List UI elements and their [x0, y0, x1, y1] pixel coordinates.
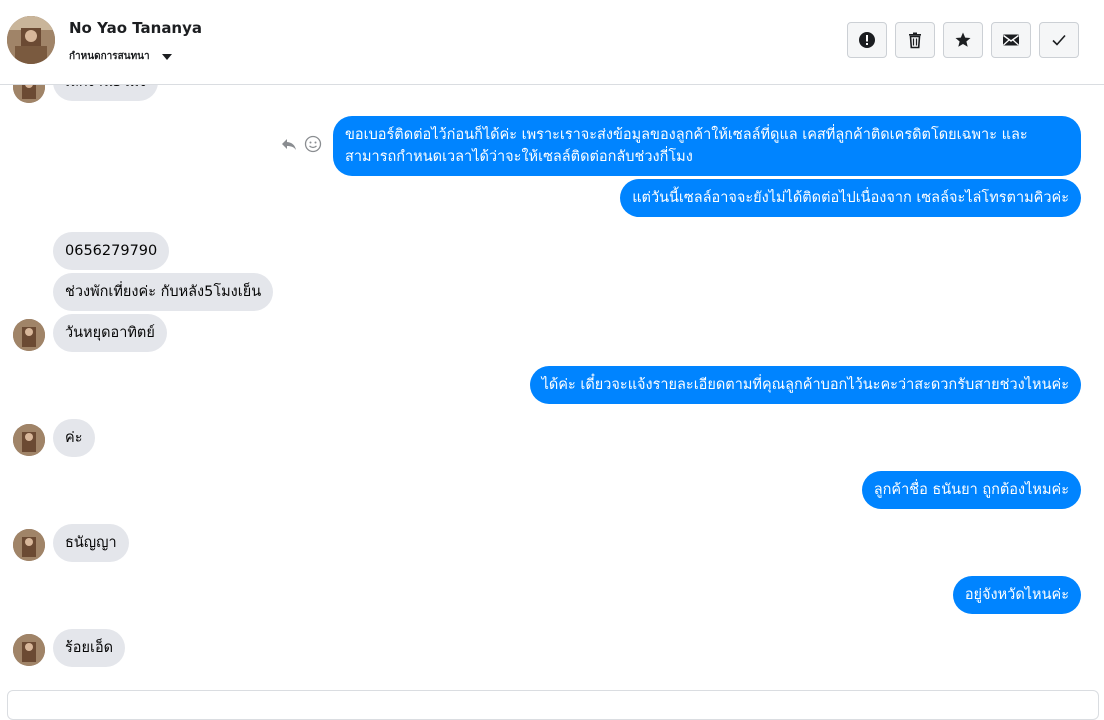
outgoing-message[interactable]: อยู่จังหวัดไหนค่ะ — [952, 576, 1081, 614]
contact-name[interactable]: No Yao Tananya — [69, 19, 202, 37]
contact-avatar-small — [13, 529, 45, 561]
contact-avatar-small — [13, 85, 45, 103]
mail-icon — [1003, 34, 1019, 46]
conversation-label-dropdown[interactable]: กำหนดการสนทนา — [69, 49, 172, 64]
mark-spam-button[interactable] — [847, 22, 887, 58]
check-icon — [1052, 34, 1066, 46]
outgoing-message[interactable]: แต่วันนี้เซลล์อาจจะยังไม่ได้ติดต่อไปเนื่… — [620, 179, 1081, 217]
outgoing-message[interactable]: ขอเบอร์ติดต่อไว้ก่อนก็ได้ค่ะ เพราะเราจะส… — [333, 116, 1081, 176]
emoji-icon[interactable] — [304, 135, 322, 153]
caret-down-icon — [161, 53, 172, 60]
outgoing-message[interactable]: ลูกค้าชื่อ ธนันยา ถูกต้องไหมค่ะ — [861, 471, 1081, 509]
incoming-message[interactable]: ธนัญญา — [53, 524, 129, 562]
contact-avatar[interactable] — [7, 16, 55, 64]
conversation-header: No Yao Tananya กำหนดการสนทนา — [0, 0, 1104, 85]
contact-avatar-small — [13, 634, 45, 666]
conversation-label-text: กำหนดการสนทนา — [69, 51, 150, 62]
alert-icon — [859, 32, 875, 48]
delete-button[interactable] — [895, 22, 935, 58]
star-icon — [955, 32, 971, 47]
incoming-message[interactable]: 0656279790 — [53, 232, 170, 270]
header-actions — [847, 22, 1079, 58]
contact-avatar-small — [13, 424, 45, 456]
reply-composer[interactable] — [7, 690, 1099, 720]
incoming-message[interactable]: เลิกงาน5โมง — [53, 85, 159, 101]
star-button[interactable] — [943, 22, 983, 58]
mark-done-button[interactable] — [1039, 22, 1079, 58]
message-thread[interactable]: เลิกงาน5โมง ขอเบอร์ติดต่อไว้ก่อนก็ได้ค่ะ… — [0, 85, 1104, 688]
contact-avatar-small — [13, 319, 45, 351]
mark-unread-button[interactable] — [991, 22, 1031, 58]
trash-icon — [909, 32, 921, 49]
outgoing-message[interactable]: ได้ค่ะ เดี๋ยวจะแจ้งรายละเอียดตามที่คุณลู… — [529, 366, 1081, 404]
reply-icon[interactable] — [280, 135, 298, 153]
incoming-message[interactable]: ร้อยเอ็ด — [53, 629, 126, 667]
incoming-message[interactable]: ค่ะ — [53, 419, 95, 457]
incoming-message[interactable]: วันหยุดอาทิตย์ — [53, 314, 167, 352]
message-actions — [280, 135, 322, 153]
incoming-message[interactable]: ช่วงพักเที่ยงค่ะ กับหลัง5โมงเย็น — [53, 273, 274, 311]
